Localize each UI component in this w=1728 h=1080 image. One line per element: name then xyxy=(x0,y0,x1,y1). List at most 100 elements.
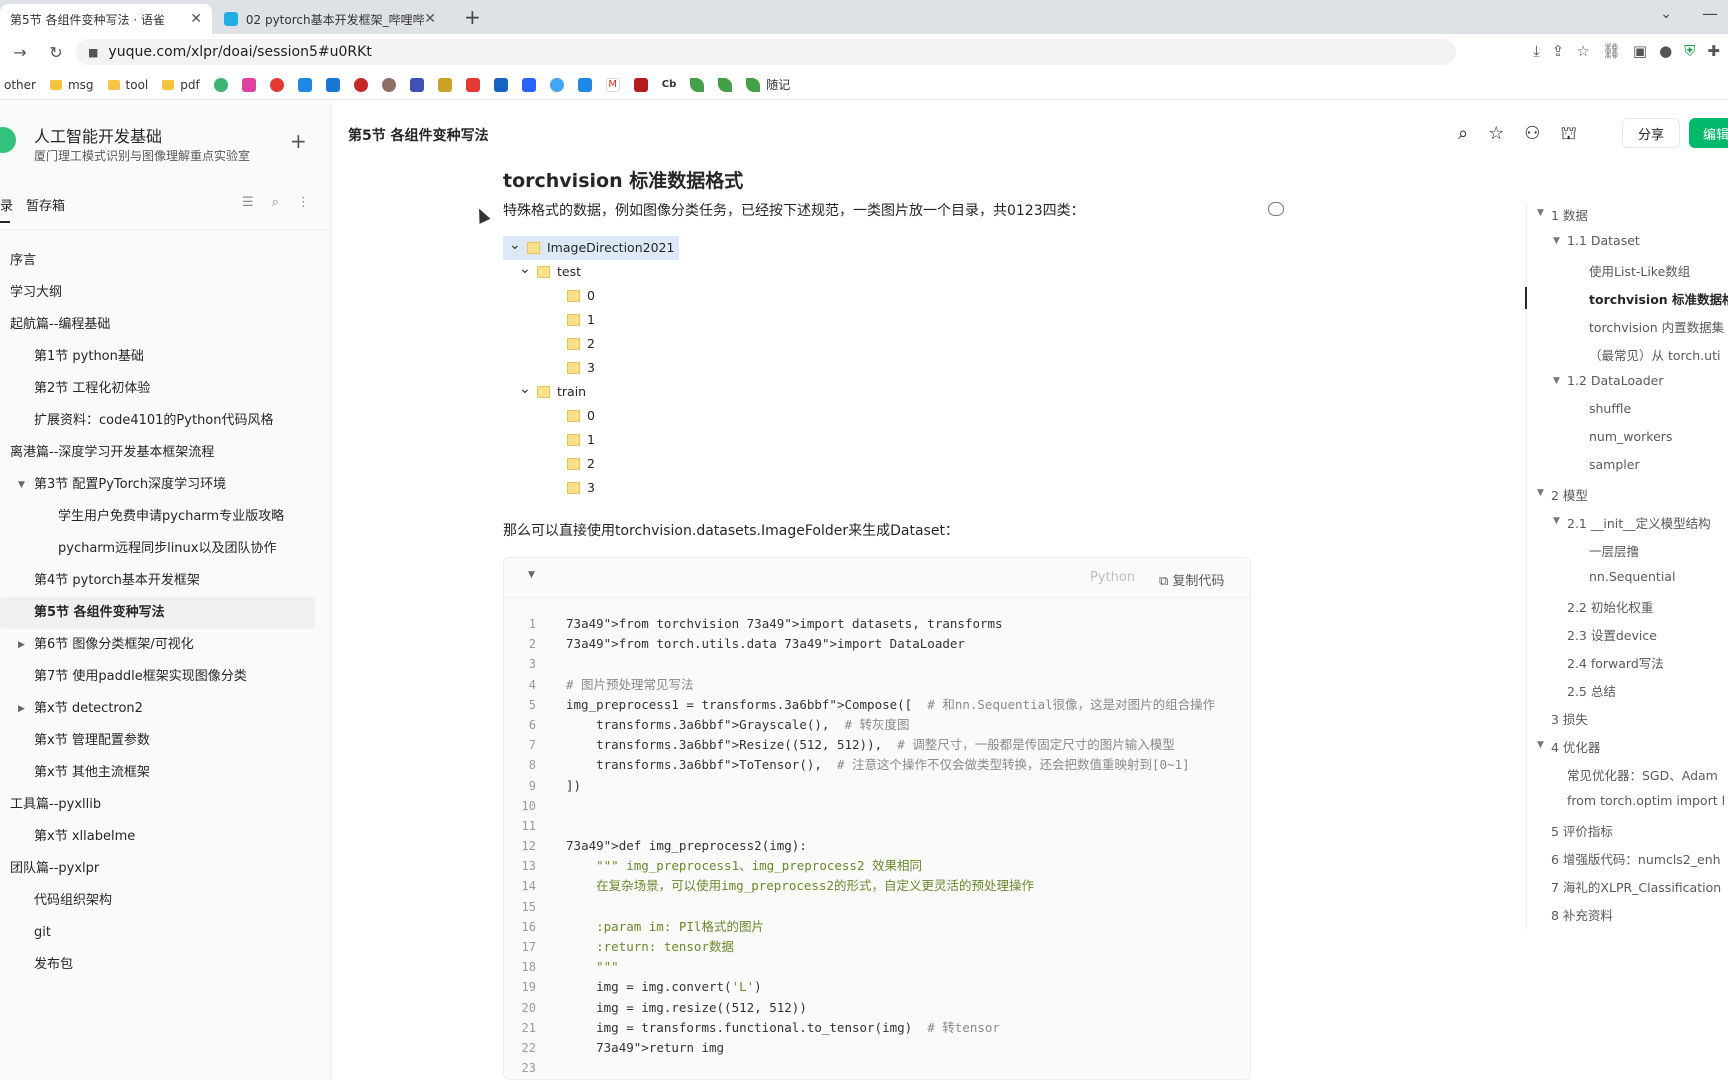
bookmark-icon-2[interactable] xyxy=(241,77,256,92)
bookmark-icon-7[interactable] xyxy=(381,77,396,92)
caret-right-icon[interactable]: ▶ xyxy=(18,693,25,725)
caret-down-icon[interactable]: ▼ xyxy=(1553,236,1560,246)
outline-item[interactable]: 常见优化器：SGD、Adam xyxy=(1567,765,1718,784)
outline-item[interactable]: 2.2 初始化权重 xyxy=(1567,597,1653,616)
bookmark-icon-5[interactable] xyxy=(325,77,340,92)
outline-item[interactable]: 2.5 总结 xyxy=(1567,681,1616,700)
outline-item[interactable]: 1.1 Dataset xyxy=(1567,233,1640,248)
bookmark-folder-pdf[interactable]: pdf xyxy=(162,78,200,92)
close-tab-icon[interactable]: ✕ xyxy=(424,11,436,27)
close-tab-icon[interactable]: ✕ xyxy=(190,11,202,27)
sidebar-item[interactable]: 学习大纲 xyxy=(0,277,320,309)
sidebar-item[interactable]: 工具篇--pyxllib xyxy=(0,789,320,821)
sidebar-item[interactable]: 第4节 pytorch基本开发框架 xyxy=(0,565,320,597)
outline-item[interactable]: 1 数据 xyxy=(1551,205,1588,224)
outline-item[interactable]: 2.4 forward写法 xyxy=(1567,653,1664,672)
bookmark-icon-16[interactable] xyxy=(633,77,648,92)
outline-item[interactable]: nn.Sequential xyxy=(1589,569,1675,584)
bookmark-icon-13[interactable] xyxy=(549,77,564,92)
new-tab-button[interactable]: + xyxy=(464,5,481,29)
bookmark-other[interactable]: other xyxy=(4,78,36,92)
search-icon[interactable]: ⌕ xyxy=(272,195,279,210)
comment-icon[interactable] xyxy=(1268,202,1284,216)
share-page-icon[interactable]: ⇪ xyxy=(1552,42,1565,60)
search-icon[interactable]: ⌕ xyxy=(1458,123,1468,147)
caret-right-icon[interactable]: ▶ xyxy=(18,629,25,661)
bookmark-icon-6[interactable] xyxy=(353,77,368,92)
outline-item[interactable]: from torch.optim import l xyxy=(1567,793,1725,808)
outline-item[interactable]: torchvision 标准数据格 xyxy=(1589,289,1728,308)
outline-item[interactable]: 2.3 设置device xyxy=(1567,625,1657,644)
caret-down-icon[interactable]: ▼ xyxy=(1537,488,1544,498)
outline-item[interactable]: sampler xyxy=(1589,457,1640,472)
collapse-code-icon[interactable]: ▼ xyxy=(528,570,535,580)
bookmark-suiji[interactable]: 随记 xyxy=(746,76,790,93)
outline-item[interactable]: 8 补充资料 xyxy=(1551,905,1613,924)
sidebar-item[interactable]: git xyxy=(0,917,320,949)
bookmark-icon-15[interactable]: M xyxy=(605,77,620,92)
bookmark-icon-8[interactable] xyxy=(409,77,424,92)
outline-item[interactable]: 7 海礼的XLPR_Classification xyxy=(1551,877,1721,896)
sidebar-item[interactable]: 第7节 使用paddle框架实现图像分类 xyxy=(0,661,320,693)
sidebar-item[interactable]: 团队篇--pyxlpr xyxy=(0,853,320,885)
bookmark-icon-17[interactable] xyxy=(690,77,705,92)
outline-item[interactable]: 2.1 __init__定义模型结构 xyxy=(1567,513,1711,532)
bookmark-folder-tool[interactable]: tool xyxy=(107,78,148,92)
outline-item[interactable]: 使用List-Like数组 xyxy=(1589,261,1690,280)
share-button[interactable]: 分享 xyxy=(1622,118,1680,148)
url-field[interactable]: ■ yuque.com/xlpr/doai/session5#u0RKt xyxy=(76,39,1456,65)
bookmark-cb[interactable]: Cb xyxy=(662,79,677,90)
sidebar-item[interactable]: 第x节 管理配置参数 xyxy=(0,725,320,757)
sidebar-item[interactable]: 序言 xyxy=(0,245,320,277)
outline-item[interactable]: 6 增强版代码：numcls2_enh xyxy=(1551,849,1721,868)
bookmark-star-icon[interactable]: ☆ xyxy=(1576,42,1589,60)
outline-item[interactable]: shuffle xyxy=(1589,401,1631,416)
code-language[interactable]: Python xyxy=(1090,570,1135,585)
sidebar-item[interactable]: 起航篇--编程基础 xyxy=(0,309,320,341)
outline-item[interactable]: 1.2 DataLoader xyxy=(1567,373,1664,388)
add-doc-button[interactable]: + xyxy=(290,129,307,153)
caret-down-icon[interactable]: ▼ xyxy=(18,469,25,501)
sidebar-item[interactable]: 第1节 python基础 xyxy=(0,341,320,373)
sidebar-item[interactable]: 第x节 其他主流框架 xyxy=(0,757,320,789)
save-extension-icon[interactable]: ▣ xyxy=(1633,42,1647,60)
browser-tab-bilibili[interactable]: 02 pytorch基本开发框架_哔哩哔 ✕ xyxy=(214,4,446,34)
puzzle-extensions-icon[interactable]: ✚ xyxy=(1707,42,1720,60)
caret-down-icon[interactable]: ▼ xyxy=(1553,376,1560,386)
sidebar-item[interactable]: 第x节 xllabelme xyxy=(0,821,320,853)
sidebar-item[interactable]: 扩展资料：code4101的Python代码风格 xyxy=(0,405,320,437)
shield-extension-icon[interactable]: ⛨ xyxy=(1684,42,1695,60)
knowledge-base-title[interactable]: 人工智能开发基础 xyxy=(34,123,162,147)
bookmark-folder-msg[interactable]: msg xyxy=(49,78,94,92)
tab-directory[interactable]: 录 xyxy=(0,195,13,223)
reload-icon[interactable]: ↻ xyxy=(42,43,70,62)
bookmark-icon-18[interactable] xyxy=(718,77,733,92)
star-icon[interactable]: ☆ xyxy=(1488,123,1504,147)
tab-drafts[interactable]: 暂存箱 xyxy=(26,195,65,214)
edit-button[interactable]: 编辑 xyxy=(1689,118,1728,148)
outline-item[interactable]: num_workers xyxy=(1589,429,1672,444)
collaborator-icon[interactable]: ⚇ xyxy=(1524,123,1540,147)
sidebar-item[interactable]: 第2节 工程化初体验 xyxy=(0,373,320,405)
caret-down-icon[interactable]: ▼ xyxy=(1537,208,1544,218)
outline-item[interactable]: 一层层撸 xyxy=(1589,541,1639,560)
sidebar-item[interactable]: ▶ 第x节 detectron2 xyxy=(0,693,320,725)
bookmark-icon-1[interactable] xyxy=(213,77,228,92)
extension-icon[interactable]: ● xyxy=(1659,42,1672,60)
bookmark-icon-3[interactable] xyxy=(269,77,284,92)
bookmark-icon-10[interactable] xyxy=(465,77,480,92)
bookmark-icon-11[interactable] xyxy=(493,77,508,92)
minimize-window-icon[interactable]: — xyxy=(1702,4,1718,23)
sidebar-item[interactable]: 发布包 xyxy=(0,949,320,981)
outline-item[interactable]: torchvision 内置数据集 xyxy=(1589,317,1724,336)
bookmark-icon-14[interactable] xyxy=(577,77,592,92)
sidebar-item[interactable]: 离港篇--深度学习开发基本框架流程 xyxy=(0,437,320,469)
outline-item[interactable]: 2 模型 xyxy=(1551,485,1588,504)
sidebar-item[interactable]: ▼ 第3节 配置PyTorch深度学习环境 xyxy=(0,469,320,501)
more-icon[interactable]: ⋮ xyxy=(297,195,310,210)
copy-code-button[interactable]: ⧉ 复制代码 xyxy=(1159,570,1224,589)
sidebar-item[interactable]: 学生用户免费申请pycharm专业版攻略 xyxy=(0,501,320,533)
browser-tab-active[interactable]: 第5节 各组件变种写法 · 语雀 ✕ xyxy=(0,4,212,34)
bookmark-icon-12[interactable] xyxy=(521,77,536,92)
sidebar-item[interactable]: ▶ 第6节 图像分类框架/可视化 xyxy=(0,629,320,661)
